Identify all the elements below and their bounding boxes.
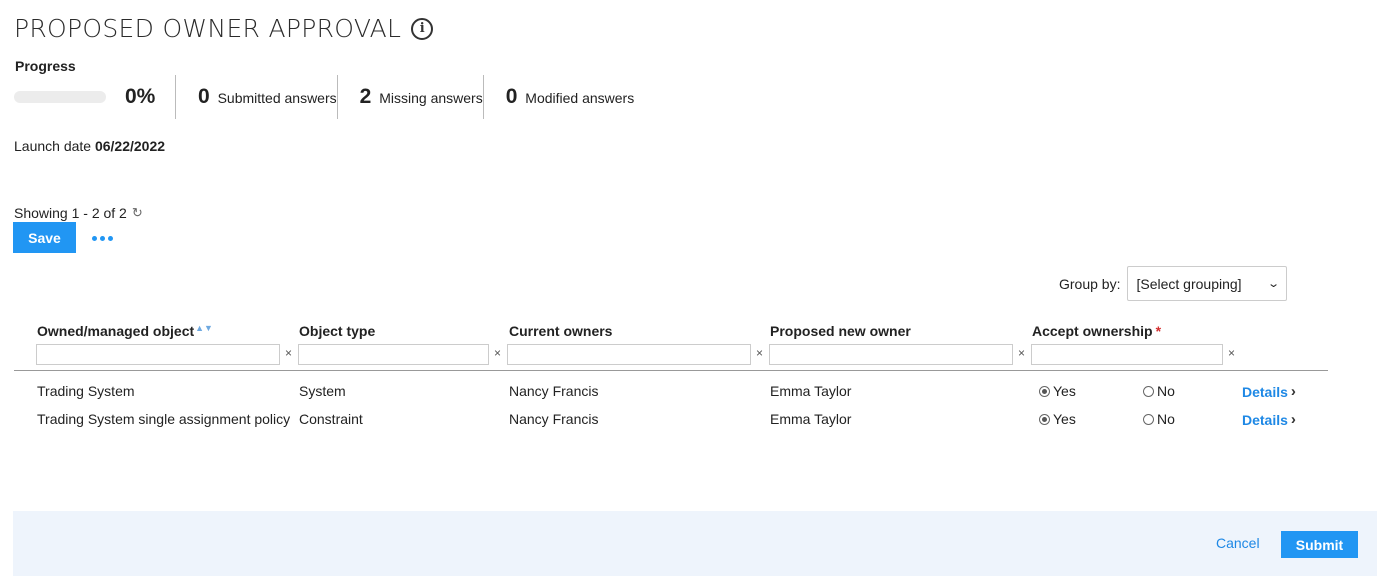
column-header-object[interactable]: Owned/managed object▲▼ [37, 323, 213, 339]
page-title: PROPOSED OWNER APPROVAL [14, 14, 402, 43]
filter-type-input[interactable] [298, 344, 489, 365]
results-count: Showing 1 - 2 of 2 ↻ [14, 205, 143, 221]
clear-filter-icon[interactable]: × [756, 346, 763, 360]
info-icon[interactable]: i [411, 17, 434, 40]
radio-unselected-icon[interactable] [1143, 385, 1154, 397]
submit-button[interactable]: Submit [1281, 531, 1358, 558]
filter-object-input[interactable] [36, 344, 280, 365]
cell-type: Constraint [299, 411, 363, 427]
cell-type: System [299, 383, 346, 399]
clear-filter-icon[interactable]: × [285, 346, 292, 360]
refresh-icon[interactable]: ↻ [132, 205, 143, 221]
missing-answers-stat: 2 Missing answers [338, 75, 483, 119]
column-header-current-owners[interactable]: Current owners [509, 323, 612, 339]
group-by-select[interactable]: [Select grouping] ⌄ [1127, 266, 1288, 301]
cell-proposed-owner: Emma Taylor [770, 411, 852, 427]
submitted-answers-stat: 0 Submitted answers [176, 75, 337, 119]
save-button[interactable]: Save [13, 222, 76, 253]
showing-text: Showing 1 - 2 of 2 [14, 205, 127, 221]
missing-label: Missing answers [379, 90, 483, 106]
chevron-down-icon: ⌄ [1267, 278, 1281, 290]
launch-date-label: Launch date [14, 138, 92, 154]
clear-filter-icon[interactable]: × [1018, 346, 1025, 360]
cell-current-owner: Nancy Francis [509, 383, 599, 399]
submitted-label: Submitted answers [217, 90, 337, 106]
accept-no-radio[interactable]: No [1143, 411, 1175, 427]
more-icon[interactable] [92, 236, 113, 241]
group-by: Group by: [Select grouping] ⌄ [1059, 266, 1288, 301]
radio-label: Yes [1053, 383, 1076, 399]
submitted-count: 0 [198, 85, 210, 108]
cell-current-owner: Nancy Francis [509, 411, 599, 427]
accept-yes-radio[interactable]: Yes [1039, 411, 1076, 427]
radio-selected-icon[interactable] [1039, 385, 1050, 397]
required-marker: * [1155, 323, 1162, 339]
column-header-proposed-owner[interactable]: Proposed new owner [770, 323, 911, 339]
clear-filter-icon[interactable]: × [1228, 346, 1235, 360]
column-header-label: Accept ownership [1032, 323, 1153, 339]
radio-label: No [1157, 383, 1175, 399]
cell-object: Trading System single assignment policy [37, 411, 291, 427]
missing-count: 2 [359, 85, 372, 108]
modified-count: 0 [505, 85, 518, 108]
sort-icon[interactable]: ▲▼ [195, 323, 213, 333]
radio-unselected-icon[interactable] [1143, 413, 1154, 425]
clear-filter-icon[interactable]: × [494, 346, 501, 360]
header-divider [14, 370, 1328, 371]
progress-label: Progress [15, 58, 76, 74]
filter-accept-input[interactable] [1031, 344, 1223, 365]
radio-selected-icon[interactable] [1039, 413, 1050, 425]
progress-percent: 0% [125, 85, 156, 108]
radio-label: No [1157, 411, 1175, 427]
group-by-label: Group by: [1059, 275, 1121, 292]
cancel-button[interactable]: Cancel [1216, 535, 1260, 551]
accept-no-radio[interactable]: No [1143, 383, 1175, 399]
modified-label: Modified answers [525, 90, 635, 106]
footer-bar [13, 511, 1377, 576]
modified-answers-stat: 0 Modified answers [484, 75, 635, 119]
column-header-type[interactable]: Object type [299, 323, 375, 339]
details-label: Details [1242, 383, 1288, 400]
column-header-label: Owned/managed object [37, 323, 195, 339]
accept-yes-radio[interactable]: Yes [1039, 383, 1076, 399]
details-label: Details [1242, 411, 1288, 428]
column-header-accept[interactable]: Accept ownership * [1032, 323, 1161, 339]
launch-date: Launch date 06/22/2022 [14, 138, 165, 154]
chevron-right-icon: › [1290, 411, 1296, 428]
progress-stats: 0% 0 Submitted answers 2 Missing answers… [14, 75, 634, 119]
filter-proposed-owner-input[interactable] [769, 344, 1013, 365]
details-link[interactable]: Details › [1242, 411, 1296, 428]
page-header: PROPOSED OWNER APPROVAL i [14, 14, 434, 43]
launch-date-value: 06/22/2022 [94, 138, 166, 154]
radio-label: Yes [1053, 411, 1076, 427]
filter-current-owners-input[interactable] [507, 344, 751, 365]
details-link[interactable]: Details › [1242, 383, 1296, 400]
chevron-right-icon: › [1290, 383, 1296, 400]
group-by-selected: [Select grouping] [1136, 275, 1242, 292]
progress-bar [14, 91, 106, 103]
cell-object: Trading System [37, 383, 135, 399]
cell-proposed-owner: Emma Taylor [770, 383, 852, 399]
